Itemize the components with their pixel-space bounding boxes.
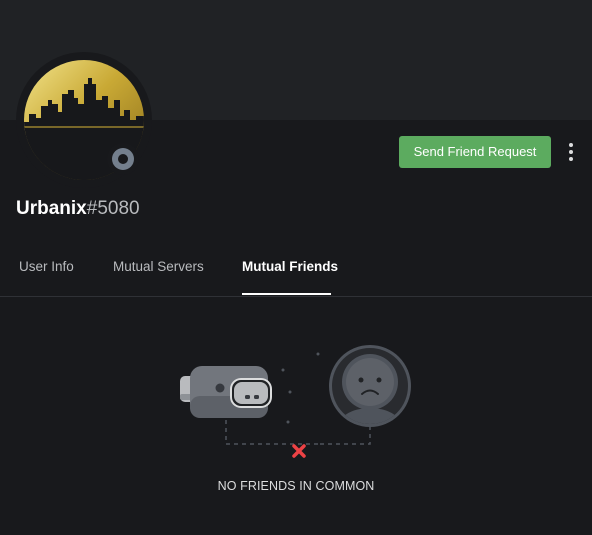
robot-icon — [180, 366, 272, 418]
status-indicator — [107, 143, 139, 175]
offline-status-icon — [112, 148, 134, 170]
discriminator: #5080 — [86, 198, 140, 219]
username: Urbanix — [16, 198, 87, 219]
tab-mutual-servers[interactable]: Mutual Servers — [113, 252, 204, 293]
no-friends-illustration-icon — [180, 345, 411, 458]
x-mark-icon — [292, 444, 306, 458]
sparkle-decoration — [281, 352, 320, 424]
more-dot — [569, 150, 573, 154]
avatar-container[interactable] — [16, 52, 152, 188]
empty-state-illustration — [170, 340, 420, 470]
more-dot — [569, 143, 573, 147]
empty-state-message: NO FRIENDS IN COMMON — [217, 479, 375, 493]
tab-mutual-friends[interactable]: Mutual Friends — [242, 252, 338, 295]
send-friend-request-button[interactable]: Send Friend Request — [399, 136, 551, 168]
more-dot — [569, 157, 573, 161]
tab-user-info[interactable]: User Info — [19, 252, 74, 293]
profile-tabs: User Info Mutual Servers Mutual Friends — [0, 252, 592, 297]
username-heading: Urbanix#5080 — [16, 196, 140, 222]
more-vertical-icon[interactable] — [563, 140, 579, 164]
